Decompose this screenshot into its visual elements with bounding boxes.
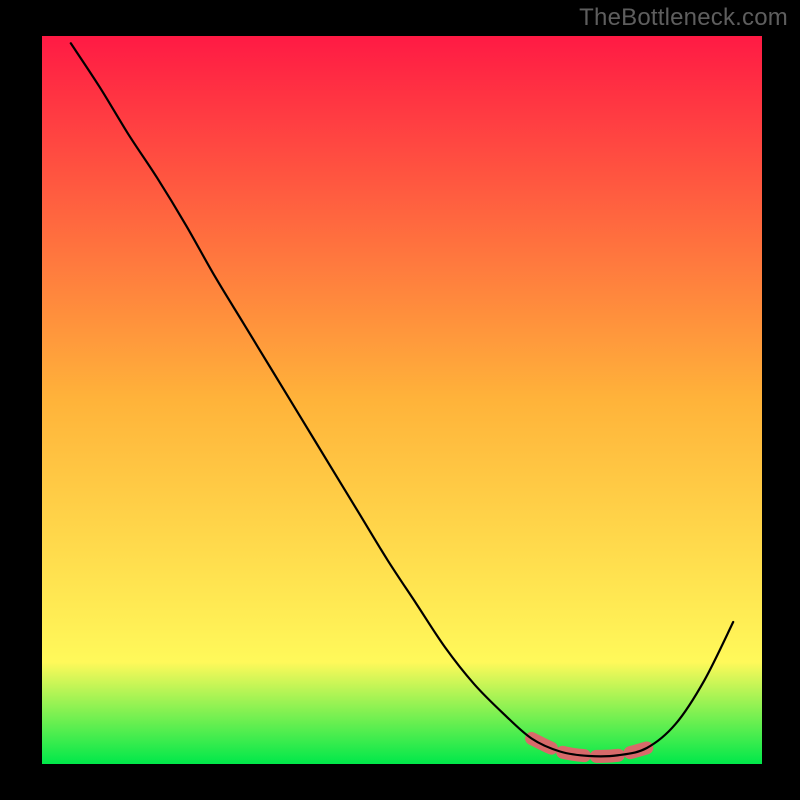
- watermark-text: TheBottleneck.com: [579, 4, 788, 32]
- chart-canvas: { "watermark": "TheBottleneck.com", "col…: [0, 0, 800, 800]
- plot-background: [42, 36, 762, 764]
- plot-svg: [0, 0, 800, 800]
